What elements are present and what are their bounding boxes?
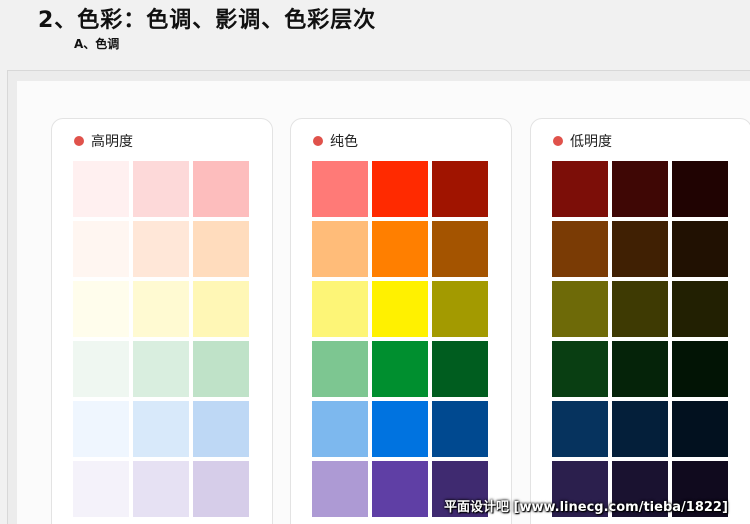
card-title: 低明度 <box>570 134 612 150</box>
color-swatch <box>372 161 428 217</box>
color-swatch <box>552 341 608 397</box>
color-swatch <box>672 401 728 457</box>
card-pure-color: 纯色 <box>290 118 512 524</box>
color-swatch <box>372 281 428 337</box>
color-swatch <box>372 461 428 517</box>
color-swatch <box>312 461 368 517</box>
color-swatch <box>672 221 728 277</box>
color-swatch <box>432 221 488 277</box>
color-swatch <box>372 341 428 397</box>
section-subheading: A、色调 <box>74 37 120 51</box>
color-swatch <box>552 281 608 337</box>
color-swatch <box>612 401 668 457</box>
watermark-text: 平面设计吧 [www.linecg.com/tieba/1822] <box>444 500 728 515</box>
red-dot-icon <box>553 136 563 146</box>
color-swatch <box>672 161 728 217</box>
color-swatch <box>612 221 668 277</box>
color-swatch <box>73 281 129 337</box>
color-swatch <box>312 341 368 397</box>
card-header: 低明度 <box>553 131 612 151</box>
swatch-grid <box>552 161 728 517</box>
color-swatch <box>372 221 428 277</box>
color-swatch <box>133 401 189 457</box>
color-swatch <box>133 161 189 217</box>
card-title: 纯色 <box>330 134 358 150</box>
color-swatch <box>133 461 189 517</box>
card-high-brightness: 高明度 <box>51 118 273 524</box>
color-swatch <box>193 461 249 517</box>
color-swatch <box>432 281 488 337</box>
card-header: 纯色 <box>313 131 358 151</box>
card-low-brightness: 低明度 <box>530 118 750 524</box>
color-swatch <box>612 281 668 337</box>
color-swatch <box>312 161 368 217</box>
color-swatch <box>133 281 189 337</box>
color-swatch <box>312 281 368 337</box>
color-swatch <box>73 221 129 277</box>
color-swatch <box>73 341 129 397</box>
card-title: 高明度 <box>91 134 133 150</box>
color-swatch <box>672 281 728 337</box>
color-swatch <box>193 161 249 217</box>
red-dot-icon <box>313 136 323 146</box>
color-swatch <box>672 341 728 397</box>
color-swatch <box>312 401 368 457</box>
color-swatch <box>193 281 249 337</box>
color-swatch <box>432 161 488 217</box>
color-swatch <box>372 401 428 457</box>
color-swatch <box>193 401 249 457</box>
color-swatch <box>432 401 488 457</box>
page-heading: 2、色彩：色调、影调、色彩层次 <box>38 8 377 33</box>
color-swatch <box>312 221 368 277</box>
color-swatch <box>432 341 488 397</box>
card-header: 高明度 <box>74 131 133 151</box>
color-swatch <box>612 161 668 217</box>
color-swatch <box>73 461 129 517</box>
color-swatch <box>612 341 668 397</box>
color-swatch <box>133 221 189 277</box>
color-swatch <box>552 161 608 217</box>
color-swatch <box>73 161 129 217</box>
color-swatch <box>193 341 249 397</box>
red-dot-icon <box>74 136 84 146</box>
swatch-grid <box>73 161 249 517</box>
swatch-grid <box>312 161 488 517</box>
color-swatch <box>73 401 129 457</box>
color-swatch <box>133 341 189 397</box>
color-swatch <box>193 221 249 277</box>
color-swatch <box>552 221 608 277</box>
color-swatch <box>552 401 608 457</box>
